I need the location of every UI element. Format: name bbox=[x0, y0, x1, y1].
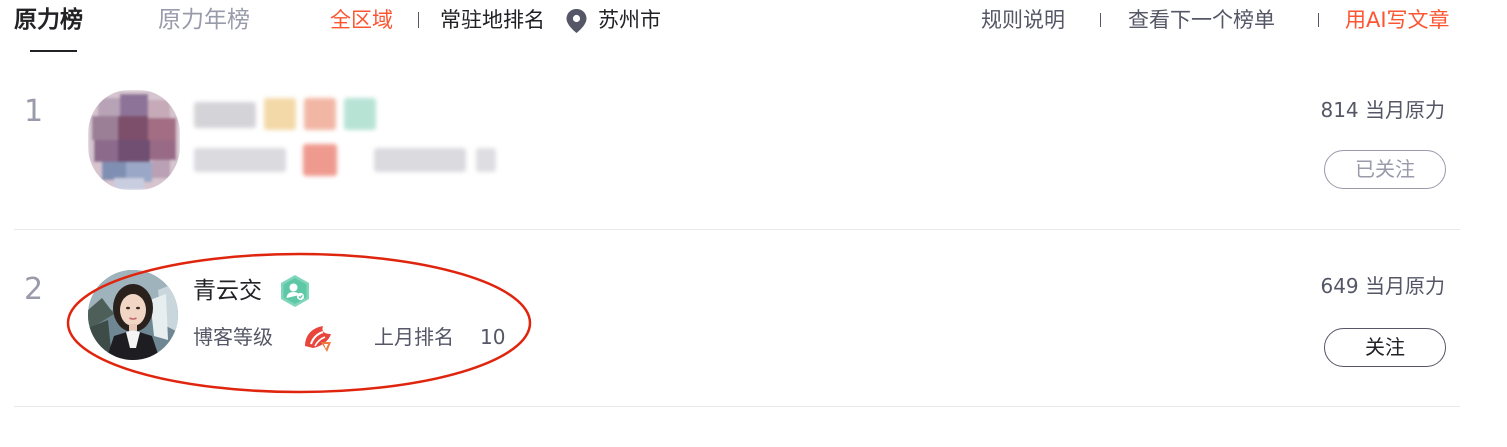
row-divider bbox=[14, 406, 1460, 407]
location-pin-icon bbox=[566, 9, 587, 33]
rank-number: 1 bbox=[24, 94, 44, 129]
blurred-last-month-value bbox=[476, 148, 496, 172]
certified-user-badge-icon bbox=[281, 275, 309, 307]
active-tab-underline bbox=[30, 50, 77, 52]
rank-number: 2 bbox=[24, 272, 44, 307]
blurred-badge bbox=[344, 98, 376, 130]
followed-button[interactable]: 已关注 bbox=[1324, 150, 1446, 189]
user-avatar-blurred[interactable] bbox=[88, 90, 180, 190]
ai-write-link[interactable]: 用AI写文章 bbox=[1345, 5, 1450, 35]
last-month-rank-label: 上月排名 bbox=[374, 325, 454, 349]
tab-annual-ranking[interactable]: 原力年榜 bbox=[158, 4, 250, 36]
divider bbox=[1100, 13, 1101, 27]
tab-force-ranking[interactable]: 原力榜 bbox=[14, 4, 83, 36]
city-selector[interactable]: 苏州市 bbox=[598, 5, 661, 35]
ranking-row: 1 814 当月原力 已关注 bbox=[0, 54, 1507, 230]
blog-level-label: 博客等级 bbox=[193, 325, 273, 349]
blurred-username[interactable] bbox=[194, 102, 256, 128]
last-month-rank-value: 10 bbox=[480, 325, 506, 349]
blog-level-icon bbox=[305, 326, 331, 352]
next-list-link[interactable]: 查看下一个榜单 bbox=[1128, 5, 1275, 35]
monthly-power: 814 当月原力 bbox=[1320, 98, 1445, 122]
resident-ranking-filter[interactable]: 常驻地排名 bbox=[440, 5, 545, 35]
username[interactable]: 青云交 bbox=[193, 276, 262, 306]
follow-button[interactable]: 关注 bbox=[1324, 328, 1446, 367]
ranking-row: 2 青云交 博客等级 上月排名 10 649 当月原力 关注 bbox=[0, 230, 1507, 408]
top-bar: 原力榜 原力年榜 全区域 常驻地排名 苏州市 规则说明 查看下一个榜单 用AI写… bbox=[0, 0, 1507, 54]
divider bbox=[1318, 13, 1319, 27]
blurred-level-icon bbox=[303, 144, 337, 176]
region-filter[interactable]: 全区域 bbox=[330, 5, 393, 35]
blurred-last-month-label bbox=[374, 148, 466, 172]
blurred-level-label bbox=[194, 148, 286, 172]
divider bbox=[418, 12, 419, 28]
user-avatar[interactable] bbox=[88, 270, 178, 360]
blurred-badge bbox=[304, 98, 336, 130]
blurred-badge bbox=[264, 98, 296, 130]
monthly-power: 649 当月原力 bbox=[1320, 274, 1445, 298]
rules-link[interactable]: 规则说明 bbox=[981, 5, 1065, 35]
